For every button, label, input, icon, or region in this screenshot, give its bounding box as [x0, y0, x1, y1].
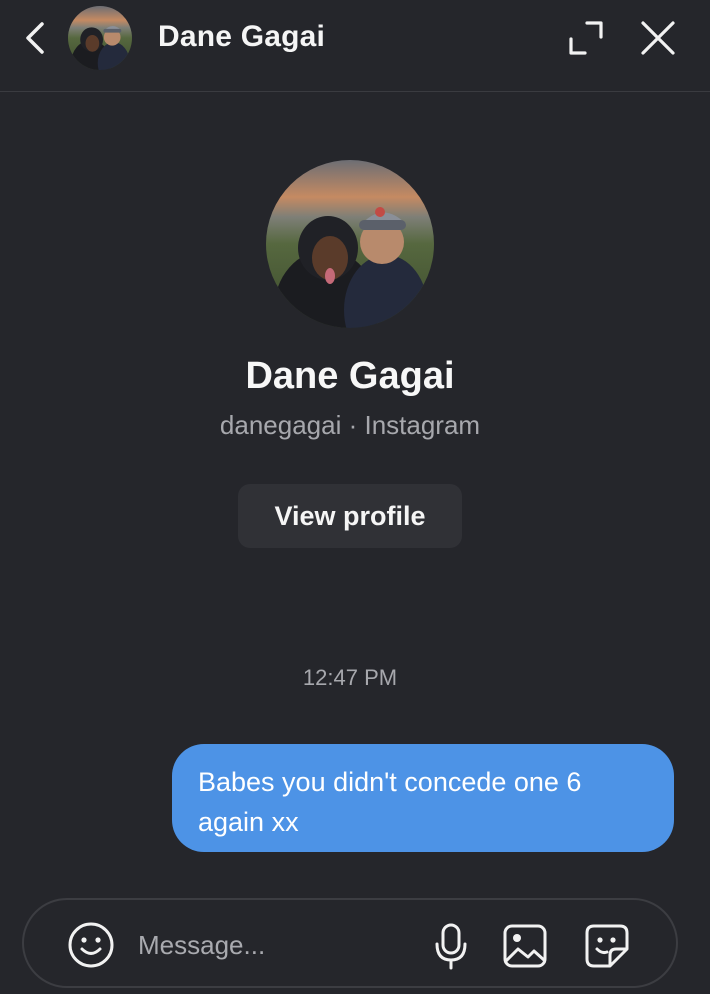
profile-name: Dane Gagai: [245, 355, 455, 397]
expand-button[interactable]: [564, 16, 608, 60]
avatar-photo: [266, 160, 434, 328]
image-icon: [503, 924, 547, 968]
profile-avatar[interactable]: [266, 160, 434, 328]
outgoing-message-bubble[interactable]: Babes you didn't concede one 6 again xx: [172, 744, 674, 852]
header-avatar[interactable]: [68, 6, 132, 70]
emoji-icon: [68, 922, 114, 968]
view-profile-button[interactable]: View profile: [238, 484, 462, 548]
back-button[interactable]: [18, 18, 52, 58]
message-composer: [22, 898, 678, 988]
voice-message-button[interactable]: [426, 920, 476, 972]
profile-subtitle: danegagai · Instagram: [219, 410, 481, 440]
emoji-button[interactable]: [66, 920, 116, 970]
expand-icon: [569, 21, 603, 55]
sticker-button[interactable]: [580, 920, 634, 972]
chat-window: Dane Gagai Dane Gagai danegagai · Instag…: [0, 0, 710, 994]
send-image-button[interactable]: [498, 920, 552, 972]
chat-header: Dane Gagai: [0, 0, 710, 92]
message-input[interactable]: [136, 918, 420, 972]
microphone-icon: [435, 923, 467, 970]
avatar-photo: [68, 6, 132, 70]
chevron-left-icon: [26, 22, 44, 54]
message-timestamp: 12:47 PM: [302, 665, 398, 690]
close-button[interactable]: [636, 16, 680, 60]
sticker-icon: [585, 924, 629, 968]
message-text: Babes you didn't concede one 6 again xx: [198, 767, 582, 837]
close-icon: [641, 21, 675, 55]
header-contact-name[interactable]: Dane Gagai: [158, 20, 325, 54]
